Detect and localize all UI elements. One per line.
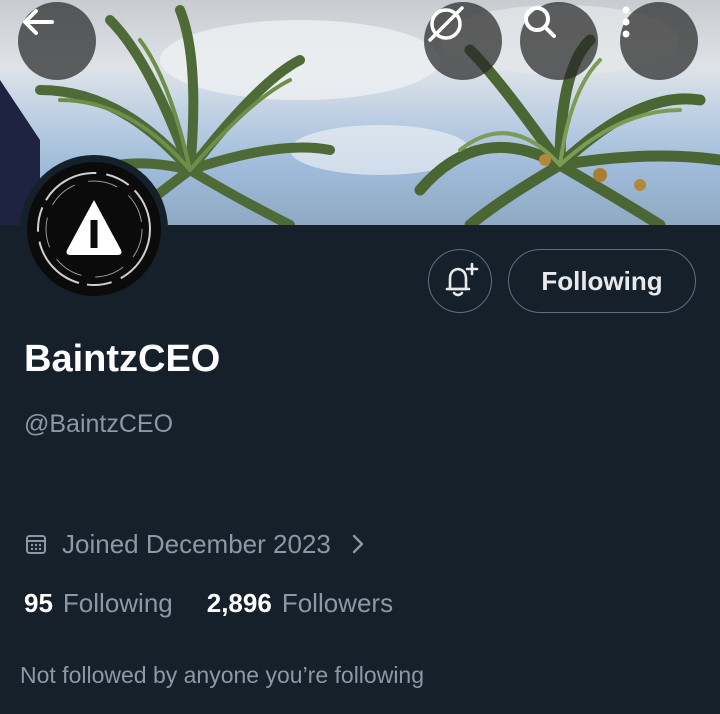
followers-stat-link[interactable]: 2,896 Followers bbox=[207, 588, 393, 619]
following-label: Following bbox=[62, 587, 173, 618]
avatar-image bbox=[27, 162, 161, 296]
following-count: 95 bbox=[24, 587, 53, 618]
slashed-circle-icon bbox=[428, 6, 464, 42]
chevron-right-icon bbox=[352, 534, 364, 554]
followers-label: Followers bbox=[281, 587, 394, 618]
display-name: BaintzCEO bbox=[24, 338, 221, 380]
following-button[interactable]: Following bbox=[508, 249, 696, 313]
more-options-button[interactable] bbox=[620, 2, 698, 80]
grok-button[interactable] bbox=[424, 2, 502, 80]
bell-plus-icon bbox=[445, 262, 479, 297]
joined-date-text: Joined December 2023 bbox=[62, 528, 331, 559]
profile-avatar[interactable] bbox=[20, 155, 168, 303]
warning-triangle-logo-icon bbox=[37, 172, 151, 286]
search-button[interactable] bbox=[520, 2, 598, 80]
joined-date-row[interactable]: Joined December 2023 bbox=[24, 527, 365, 561]
vertical-ellipsis-icon bbox=[622, 6, 630, 38]
following-stat-link[interactable]: 95 Following bbox=[24, 588, 173, 619]
user-handle: @BaintzCEO bbox=[24, 410, 174, 438]
calendar-icon bbox=[26, 535, 46, 554]
mutual-followers-text: Not followed by anyone you’re following bbox=[20, 662, 425, 688]
notifications-button[interactable] bbox=[428, 249, 492, 313]
follow-stats: 95 Following 2,896 Followers bbox=[24, 586, 393, 620]
arrow-left-icon bbox=[23, 9, 54, 35]
back-button[interactable] bbox=[18, 2, 96, 80]
search-icon bbox=[524, 6, 556, 38]
followers-count: 2,896 bbox=[206, 587, 272, 618]
